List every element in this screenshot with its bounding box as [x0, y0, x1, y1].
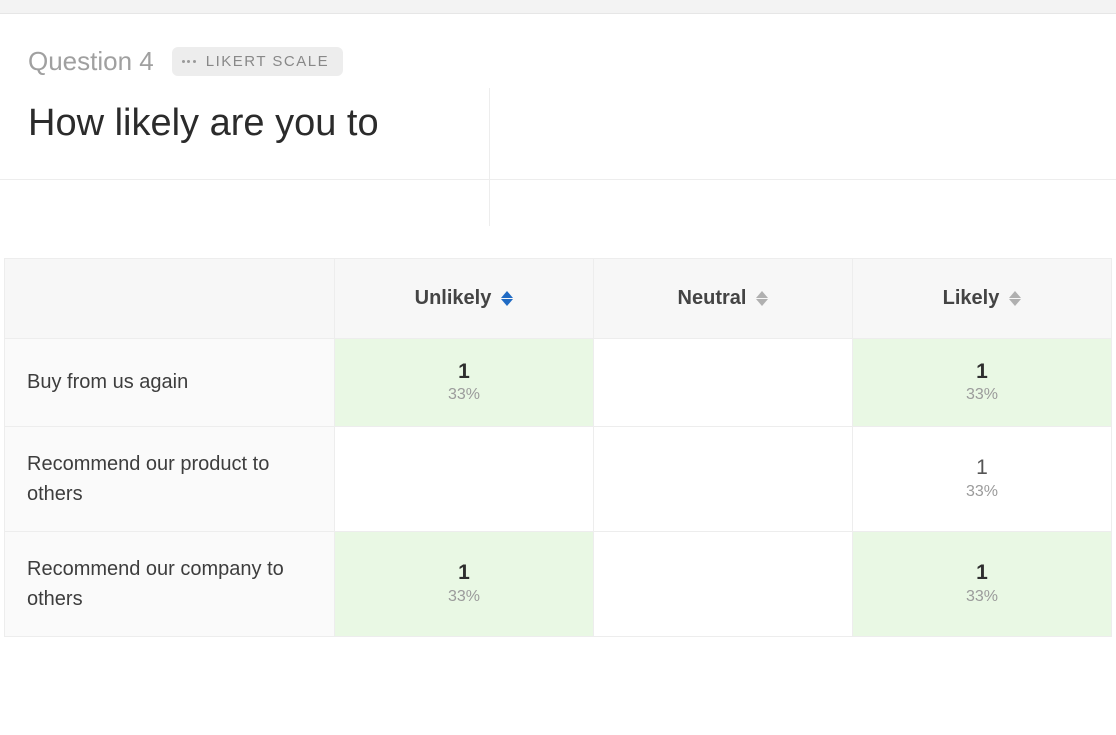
cell-percent: 33%	[863, 586, 1101, 608]
value-cell: 1 33%	[335, 532, 594, 637]
column-label: Neutral	[678, 287, 747, 310]
column-label: Likely	[943, 287, 1000, 310]
value-cell: 1 33%	[853, 338, 1112, 427]
value-cell	[594, 532, 853, 637]
cell-count: 1	[345, 560, 583, 585]
sort-icon	[756, 291, 768, 306]
table-header-row: Unlikely Neutral Likely	[5, 258, 1112, 338]
column-header[interactable]: Likely	[853, 258, 1112, 338]
row-label: Recommend our product to others	[5, 427, 335, 532]
question-title: How likely are you to	[28, 101, 1088, 147]
cell-count: 1	[863, 359, 1101, 384]
badge-label: LIKERT SCALE	[206, 53, 329, 70]
column-header[interactable]: Unlikely	[335, 258, 594, 338]
question-header: Question 4 LIKERT SCALE How likely are y…	[0, 14, 1116, 180]
top-bar	[0, 0, 1116, 14]
value-cell: 1 33%	[335, 338, 594, 427]
table-row: Recommend our product to others 1 33%	[5, 427, 1112, 532]
ellipsis-icon	[182, 60, 196, 63]
row-label: Recommend our company to others	[5, 532, 335, 637]
cell-percent: 33%	[863, 384, 1101, 406]
header-blank	[5, 258, 335, 338]
cell-count: 1	[863, 560, 1101, 585]
value-cell: 1 33%	[853, 532, 1112, 637]
row-label: Buy from us again	[5, 338, 335, 427]
value-cell	[594, 427, 853, 532]
question-type-badge: LIKERT SCALE	[172, 47, 343, 76]
column-label: Unlikely	[415, 287, 492, 310]
value-cell: 1 33%	[853, 427, 1112, 532]
cell-count: 1	[863, 455, 1101, 480]
table-row: Recommend our company to others 1 33% 1 …	[5, 532, 1112, 637]
likert-table-wrapper: Unlikely Neutral Likely Buy from us agai…	[0, 180, 1116, 638]
cell-percent: 33%	[345, 586, 583, 608]
cell-percent: 33%	[345, 384, 583, 406]
table-row: Buy from us again 1 33% 1 33%	[5, 338, 1112, 427]
sort-icon	[501, 291, 513, 306]
cell-percent: 33%	[863, 481, 1101, 503]
cell-count: 1	[345, 359, 583, 384]
question-number: Question 4	[28, 46, 154, 77]
header-divider	[489, 88, 490, 226]
column-header[interactable]: Neutral	[594, 258, 853, 338]
value-cell	[594, 338, 853, 427]
value-cell	[335, 427, 594, 532]
likert-table: Unlikely Neutral Likely Buy from us agai…	[4, 258, 1112, 638]
sort-icon	[1009, 291, 1021, 306]
